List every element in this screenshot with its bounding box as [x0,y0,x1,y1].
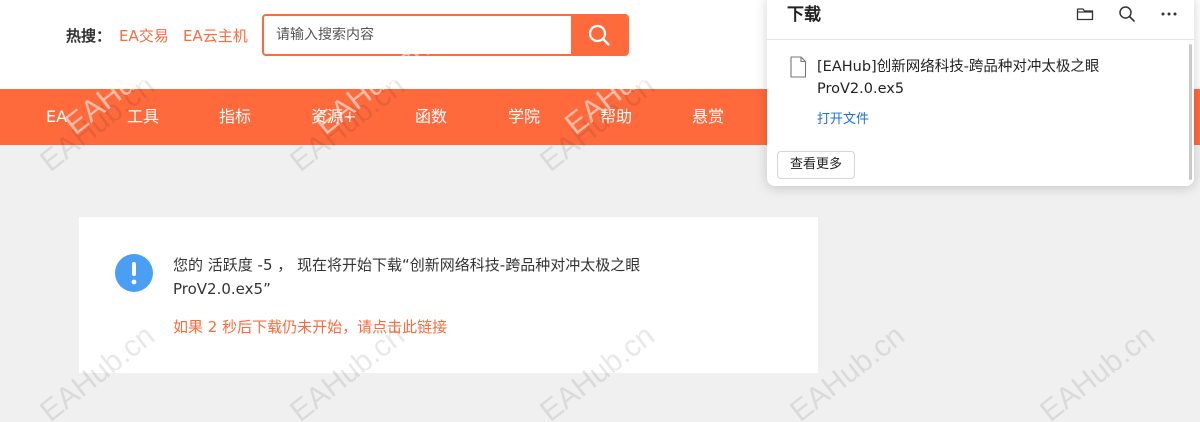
download-panel: 下载 [EAHub]创新网络科技-跨品种对冲太极之眼ProV2.0.ex5 打开… [767,0,1194,186]
search-box [262,14,629,56]
nav-item-functions[interactable]: 函数 [415,89,447,145]
panel-scrollbar[interactable] [1189,44,1192,180]
nav-item-indicators[interactable]: 指标 [219,89,251,145]
more-options-button[interactable] [1157,2,1181,26]
nav-item-academy[interactable]: 学院 [508,89,540,145]
hot-link-ea-trade[interactable]: EA交易 [119,25,169,46]
search-input[interactable] [264,16,572,54]
download-notice-card: 您的 活跃度 -5 ， 现在将开始下载“创新网络科技-跨品种对冲太极之眼ProV… [79,217,818,373]
open-file-link[interactable]: 打开文件 [817,108,869,127]
retry-download-link[interactable]: 如果 2 秒后下载仍未开始，请点击此链接 [173,316,447,337]
hot-search-label: 热搜： [66,27,112,45]
file-icon [790,56,807,78]
download-panel-title: 下载 [787,5,821,25]
nav-item-tools[interactable]: 工具 [127,89,159,145]
more-icon [1161,12,1177,16]
search-icon [1119,6,1135,22]
nav-item-help[interactable]: 帮助 [600,89,632,145]
info-icon [115,254,153,292]
search-icon [588,24,610,46]
download-notice-text: 您的 活跃度 -5 ， 现在将开始下载“创新网络科技-跨品种对冲太极之眼ProV… [173,256,641,298]
watermark: EAHub.cn [1034,319,1161,422]
open-folder-button[interactable] [1073,2,1097,26]
folder-icon [1076,8,1094,21]
download-file-name[interactable]: [EAHub]创新网络科技-跨品种对冲太极之眼ProV2.0.ex5 [817,56,1107,100]
nav-item-bounty[interactable]: 悬赏 [692,89,724,145]
search-downloads-button[interactable] [1115,2,1139,26]
search-button[interactable] [571,16,627,54]
nav-item-resources[interactable]: 资源+ [311,89,356,145]
nav-item-ea[interactable]: EA [46,89,67,145]
panel-divider [767,39,1194,40]
view-more-button[interactable]: 查看更多 [777,151,856,179]
hot-link-ea-cloud[interactable]: EA云主机 [183,25,248,46]
